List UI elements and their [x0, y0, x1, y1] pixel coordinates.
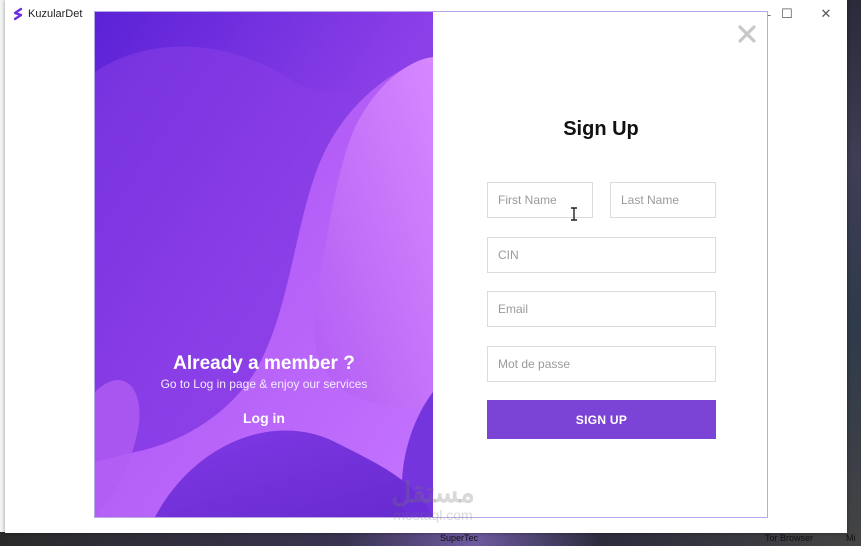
window-close-button[interactable]: ✕ — [815, 3, 837, 25]
already-member-heading: Already a member ? — [173, 353, 355, 374]
email-field[interactable] — [487, 291, 716, 327]
desktop-edge-right — [846, 0, 861, 546]
login-link[interactable]: Log in — [230, 406, 298, 430]
watermark: مستقل mostaql.com — [378, 477, 488, 523]
desktop-taskbar-strip — [0, 532, 861, 546]
artwork-panel: Already a member ? Go to Log in page & e… — [95, 12, 433, 517]
cin-field[interactable] — [487, 237, 716, 273]
sign-up-button[interactable]: SIGN UP — [487, 400, 716, 439]
signup-dialog: Already a member ? Go to Log in page & e… — [94, 11, 768, 518]
watermark-arabic: مستقل — [391, 477, 475, 508]
form-title: Sign Up — [563, 118, 639, 140]
watermark-latin: mostaql.com — [393, 507, 473, 523]
desktop-label-3[interactable]: Mi — [846, 533, 856, 543]
desktop-label-2[interactable]: Tor Browser — [765, 533, 813, 543]
app-window: KuzularDet — ☐ ✕ — [5, 0, 847, 533]
text-cursor-icon — [571, 207, 577, 221]
s-logo-icon — [13, 7, 23, 21]
fluid-background-art — [95, 12, 433, 517]
maximize-button[interactable]: ☐ — [776, 3, 798, 25]
password-field[interactable] — [487, 346, 716, 382]
close-icon[interactable] — [736, 23, 758, 45]
app-title: KuzularDet — [28, 8, 83, 20]
last-name-field[interactable] — [610, 182, 716, 218]
already-member-subtitle: Go to Log in page & enjoy our services — [160, 377, 368, 391]
desktop-label-1[interactable]: SuperTec — [440, 533, 478, 543]
